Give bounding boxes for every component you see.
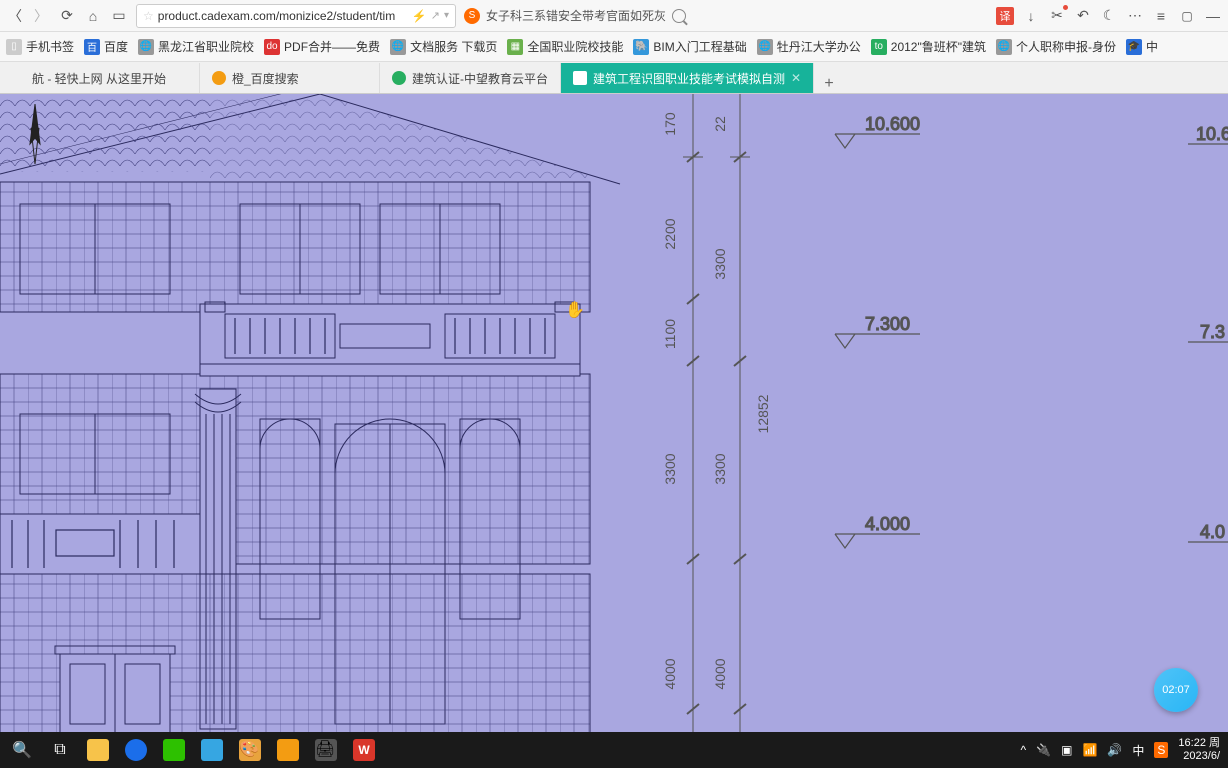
task-view-icon[interactable]: ⧉ xyxy=(42,735,78,765)
svg-text:3300: 3300 xyxy=(662,453,678,484)
svg-text:3300: 3300 xyxy=(712,248,728,279)
pin-icon[interactable]: ▢ xyxy=(1178,7,1196,25)
bookmark-icon: to xyxy=(871,39,887,55)
home-icon[interactable]: ⌂ xyxy=(84,7,102,25)
tab[interactable]: 航 - 轻快上网 从这里开始 xyxy=(0,63,200,93)
browser-toolbar: 〈 〉 ⟳ ⌂ ▭ ☆ product.cadexam.com/monizice… xyxy=(0,0,1228,32)
bookmark-item[interactable]: 百百度 xyxy=(84,38,128,55)
bookmarks-bar: ▯手机书签 百百度 🌐黑龙江省职业院校 doPDF合并——免费 🌐文档服务 下载… xyxy=(0,32,1228,62)
globe-icon: 🌐 xyxy=(757,39,773,55)
bookmark-icon: 百 xyxy=(84,39,100,55)
timer-value: 02:07 xyxy=(1162,684,1190,696)
tray-ime-label[interactable]: 中 xyxy=(1132,742,1144,759)
cad-drawing: 170 2200 1100 3300 4000 22 3300 3300 400… xyxy=(0,94,1228,732)
bookmark-icon: ▯ xyxy=(6,39,22,55)
bookmark-item[interactable]: ▦全国职业院校技能 xyxy=(507,38,623,55)
bookmark-icon: 🐘 xyxy=(633,39,649,55)
minimize-icon[interactable]: — xyxy=(1204,7,1222,25)
taskbar-app-monitor[interactable] xyxy=(194,735,230,765)
search-area: S 女子科三系错安全带考官面如死灰 xyxy=(464,7,988,24)
svg-text:4.000: 4.000 xyxy=(865,514,910,534)
svg-text:10.600: 10.600 xyxy=(865,114,920,134)
bookmark-item[interactable]: ▯手机书签 xyxy=(6,38,74,55)
tab[interactable]: 建筑认证-中望教育云平台 xyxy=(380,63,561,93)
bookmark-item[interactable]: 🌐黑龙江省职业院校 xyxy=(138,38,254,55)
tab-favicon xyxy=(212,71,226,85)
bookmark-item[interactable]: doPDF合并——免费 xyxy=(264,38,380,55)
bookmark-item[interactable]: 🎓中 xyxy=(1126,38,1158,55)
undo-icon[interactable]: ↶ xyxy=(1074,7,1092,25)
tray-app-icon[interactable]: ▣ xyxy=(1061,743,1072,757)
svg-text:7.300: 7.300 xyxy=(865,314,910,334)
tab-favicon xyxy=(573,71,587,85)
forward-icon[interactable]: 〉 xyxy=(32,7,50,25)
bookmark-item[interactable]: 🐘BIM入门工程基础 xyxy=(633,38,746,55)
tray-sogou-icon[interactable]: S xyxy=(1154,742,1168,758)
tab-active[interactable]: 建筑工程识图职业技能考试模拟自测✕ xyxy=(561,63,814,93)
screenshot-icon[interactable]: ✂ xyxy=(1048,7,1066,25)
bookmark-icon: ▦ xyxy=(507,39,523,55)
address-bar[interactable]: ☆ product.cadexam.com/monizice2/student/… xyxy=(136,4,456,28)
cad-viewport[interactable]: 170 2200 1100 3300 4000 22 3300 3300 400… xyxy=(0,94,1228,732)
svg-text:12852: 12852 xyxy=(755,394,771,433)
reload-icon[interactable]: ⟳ xyxy=(58,7,76,25)
search-icon[interactable] xyxy=(672,9,686,23)
tray-volume-icon[interactable]: 🔊 xyxy=(1107,743,1122,757)
search-text[interactable]: 女子科三系错安全带考官面如死灰 xyxy=(486,7,666,24)
reader-icon[interactable]: ▭ xyxy=(110,7,128,25)
night-icon[interactable]: ☾ xyxy=(1100,7,1118,25)
timer-badge[interactable]: 02:07 xyxy=(1154,668,1198,712)
taskbar-clock[interactable]: 16:22 周 2023/6/ xyxy=(1178,737,1220,763)
svg-text:4000: 4000 xyxy=(662,658,678,689)
taskbar-app-paint[interactable]: 🎨 xyxy=(232,735,268,765)
close-icon[interactable]: ✕ xyxy=(791,71,801,85)
sogou-icon[interactable]: S xyxy=(464,8,480,24)
bookmark-icon: do xyxy=(264,39,280,55)
new-tab-button[interactable]: + xyxy=(814,75,844,93)
tab-favicon xyxy=(12,71,26,85)
tray-chevron-icon[interactable]: ^ xyxy=(1021,743,1027,757)
svg-text:4000: 4000 xyxy=(712,658,728,689)
menu-icon[interactable]: ≡ xyxy=(1152,7,1170,25)
svg-text:4.0: 4.0 xyxy=(1200,522,1225,542)
svg-text:170: 170 xyxy=(662,112,678,136)
dropdown-icon[interactable]: ▾ xyxy=(444,10,449,21)
more-icon[interactable]: ⋯ xyxy=(1126,7,1144,25)
bookmark-item[interactable]: to2012"鲁班杯"建筑 xyxy=(871,38,986,55)
windows-search-icon[interactable]: 🔍 xyxy=(4,735,40,765)
globe-icon: 🌐 xyxy=(138,39,154,55)
share-icon[interactable]: ↗ xyxy=(431,9,440,22)
tab[interactable]: 橙_百度搜索 xyxy=(200,63,380,93)
url-text: product.cadexam.com/monizice2/student/ti… xyxy=(158,9,408,23)
svg-text:10.6: 10.6 xyxy=(1196,124,1228,144)
svg-text:2200: 2200 xyxy=(662,218,678,249)
taskbar-app-explorer[interactable] xyxy=(80,735,116,765)
globe-icon: 🌐 xyxy=(996,39,1012,55)
bookmark-icon: 🎓 xyxy=(1126,39,1142,55)
flash-icon[interactable]: ⚡ xyxy=(412,9,427,23)
taskbar-app-wechat[interactable] xyxy=(156,735,192,765)
back-icon[interactable]: 〈 xyxy=(6,7,24,25)
windows-taskbar: 🔍 ⧉ 🎨 🖨 W ^ 🔌 ▣ 📶 🔊 中 S 16:22 周 2023/6/ xyxy=(0,732,1228,768)
svg-text:7.3: 7.3 xyxy=(1200,322,1225,342)
svg-text:3300: 3300 xyxy=(712,453,728,484)
tray-wifi-icon[interactable]: 📶 xyxy=(1082,743,1097,757)
favorite-star-icon[interactable]: ☆ xyxy=(143,9,154,23)
tabs-bar: 航 - 轻快上网 从这里开始 橙_百度搜索 建筑认证-中望教育云平台 建筑工程识… xyxy=(0,62,1228,94)
tab-favicon xyxy=(392,71,406,85)
taskbar-app-printer[interactable]: 🖨 xyxy=(308,735,344,765)
download-icon[interactable]: ↓ xyxy=(1022,7,1040,25)
svg-text:22: 22 xyxy=(712,116,728,132)
taskbar-app-files[interactable] xyxy=(270,735,306,765)
svg-text:1100: 1100 xyxy=(662,319,678,349)
system-tray: ^ 🔌 ▣ 📶 🔊 中 S 16:22 周 2023/6/ xyxy=(1021,737,1224,763)
taskbar-app-browser[interactable] xyxy=(118,735,154,765)
translate-badge[interactable]: 译 xyxy=(996,7,1014,25)
bookmark-item[interactable]: 🌐牡丹江大学办公 xyxy=(757,38,861,55)
bookmark-item[interactable]: 🌐文档服务 下载页 xyxy=(390,38,497,55)
bookmark-item[interactable]: 🌐个人职称申报-身份 xyxy=(996,38,1116,55)
tray-usb-icon[interactable]: 🔌 xyxy=(1036,743,1051,757)
globe-icon: 🌐 xyxy=(390,39,406,55)
taskbar-app-wps[interactable]: W xyxy=(346,735,382,765)
